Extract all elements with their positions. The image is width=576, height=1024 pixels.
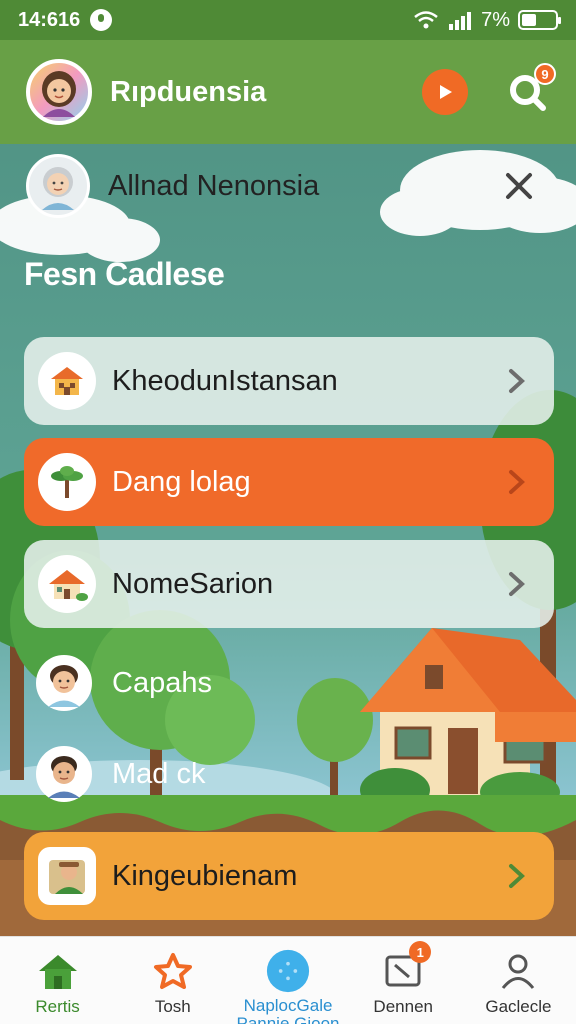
star-icon <box>151 949 195 993</box>
chevron-right-icon <box>504 469 530 495</box>
home-icon <box>36 949 80 993</box>
status-icons: 7% <box>413 8 561 32</box>
app-title: Rıpduensia <box>110 75 267 108</box>
battery-icon <box>518 10 561 30</box>
item-label: Capahs <box>112 666 212 699</box>
item-avatar <box>36 746 92 802</box>
play-icon <box>440 85 452 99</box>
wifi-icon <box>414 11 438 29</box>
card-label: Dang lolag <box>112 465 251 498</box>
card-thumb <box>38 847 96 905</box>
bottom-navigation: Rertis Tosh NaplocGale Pannie Gioon 1 De… <box>0 936 576 1024</box>
card-label: NomeSarion <box>112 567 274 600</box>
card-label: Kingeubienam <box>112 859 298 892</box>
woman-avatar-icon <box>42 71 76 117</box>
status-bar: 14:616 7% <box>0 0 576 40</box>
chevron-right-icon <box>504 368 530 394</box>
close-button[interactable] <box>502 169 536 203</box>
list-card-1[interactable]: KheodunIstansan <box>24 337 554 425</box>
nav-item-favorites[interactable]: Tosh <box>115 937 230 1024</box>
farmer-avatar-icon <box>49 860 85 894</box>
nav-item-messages[interactable]: 1 Dennen <box>346 937 461 1024</box>
nav-item-home[interactable]: Rertis <box>0 937 115 1024</box>
battery-percent: 7% <box>481 8 510 31</box>
message-icon: 1 <box>381 941 432 993</box>
nav-sublabel: Pannie Gioon <box>236 1014 340 1024</box>
item-avatar <box>36 655 92 711</box>
nav-label: Dennen <box>373 997 433 1016</box>
nav-label: NaplocGale <box>243 996 333 1015</box>
elder-avatar-icon <box>42 167 74 210</box>
card-thumb <box>38 352 96 410</box>
card-label: KheodunIstansan <box>112 364 338 397</box>
man-avatar-icon <box>48 756 80 798</box>
status-time: 14:616 <box>18 8 81 31</box>
nav-item-profile[interactable]: Gaclecle <box>461 937 576 1024</box>
search-button[interactable]: 9 <box>504 63 556 115</box>
list-item-capahs[interactable]: Capahs <box>36 655 212 711</box>
globe-icon <box>266 949 310 993</box>
boy-avatar-icon <box>48 665 80 707</box>
card-thumb <box>38 453 96 511</box>
list-card-3[interactable]: NomeSarion <box>24 540 554 628</box>
nav-label: Rertis <box>35 997 80 1016</box>
pinned-avatar <box>26 154 90 218</box>
messages-badge: 1 <box>409 941 432 963</box>
app-bar: Rıpduensia 9 <box>0 40 576 144</box>
app-bar-actions: 9 <box>422 63 556 115</box>
item-label: Mad ck <box>112 757 206 790</box>
chevron-right-icon <box>504 863 530 889</box>
chevron-right-icon <box>504 571 530 597</box>
search-badge: 9 <box>534 63 556 85</box>
list-card-4[interactable]: Kingeubienam <box>24 832 554 920</box>
palm-tree-icon <box>51 466 83 498</box>
pinned-name: Allnad Nenonsia <box>108 169 320 202</box>
house-icon <box>51 367 83 395</box>
nav-label: Gaclecle <box>485 997 552 1016</box>
pinned-contact[interactable]: Allnad Nenonsia <box>0 144 576 228</box>
profile-avatar[interactable] <box>26 59 92 125</box>
card-thumb <box>38 555 96 613</box>
cottage-icon <box>49 570 88 601</box>
list-item-madck[interactable]: Mad ck <box>36 746 205 802</box>
list-card-2[interactable]: Dang lolag <box>24 438 554 526</box>
signal-icon <box>449 12 472 30</box>
profile-icon <box>496 949 540 993</box>
nav-item-explore[interactable]: NaplocGale Pannie Gioon <box>230 937 345 1024</box>
section-title: Fesn Cadlese <box>24 256 225 292</box>
notification-icon <box>90 9 113 31</box>
play-button[interactable] <box>422 69 468 115</box>
nav-label: Tosh <box>154 997 191 1016</box>
close-icon <box>506 173 532 199</box>
